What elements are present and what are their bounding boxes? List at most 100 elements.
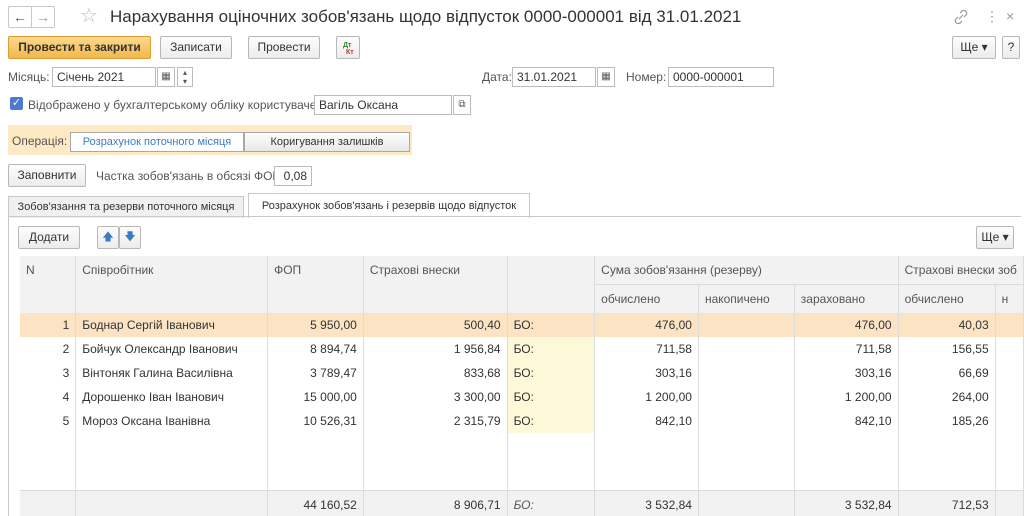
back-arrow-icon[interactable]: ← — [8, 6, 32, 28]
table-row[interactable]: 3 Вінтоняк Галина Василівна 3 789,47 833… — [20, 360, 1024, 385]
link-icon[interactable] — [954, 10, 968, 24]
row-insurance: 2 315,79 — [363, 408, 508, 433]
row-insurance: 500,40 — [363, 312, 508, 337]
row-fop: 10 526,31 — [267, 408, 364, 433]
table-row[interactable]: 1 Боднар Сергій Іванович 5 950,00 500,40… — [20, 312, 1024, 337]
open-icon[interactable]: ⧉ — [453, 95, 471, 115]
operation-adjust-balances[interactable]: Коригування залишків — [244, 132, 410, 152]
table-row[interactable]: 4 Дорошенко Іван Іванович 15 000,00 3 30… — [20, 384, 1024, 409]
col-header-n[interactable]: N — [20, 256, 77, 313]
total-bo: БО: — [507, 490, 596, 516]
col-header-computed[interactable]: обчислено — [594, 283, 699, 313]
user-field[interactable]: Вагіль Оксана — [314, 95, 452, 115]
row-computed: 476,00 — [594, 312, 699, 337]
row-ins-computed: 40,03 — [898, 312, 996, 337]
total-accrued: 3 532,84 — [794, 490, 899, 516]
operation-label: Операція: — [12, 134, 68, 148]
total-insurance: 8 906,71 — [363, 490, 508, 516]
date-field[interactable]: 31.01.2021 — [512, 67, 596, 87]
tab-vacation-calc[interactable]: Розрахунок зобов'язань і резервів щодо в… — [248, 193, 530, 218]
col-header-employee[interactable]: Співробітник — [75, 256, 269, 313]
svg-text:Кт: Кт — [346, 49, 354, 56]
table-more-button[interactable]: Ще ▾ — [976, 226, 1014, 249]
row-computed: 711,58 — [594, 336, 699, 361]
operation-group: Операція: Розрахунок поточного місяця Ко… — [8, 125, 412, 155]
date-label: Дата: — [482, 70, 512, 84]
row-ins-computed: 156,55 — [898, 336, 996, 361]
vacation-obligations-table: N Співробітник ФОП Страхові внески Сума … — [20, 256, 1024, 516]
fill-button[interactable]: Заповнити — [8, 164, 86, 187]
more-vertical-icon[interactable]: ⋮ — [985, 8, 999, 25]
post-button[interactable]: Провести — [248, 36, 320, 59]
row-accumulated — [698, 408, 795, 433]
row-fop: 3 789,47 — [267, 360, 364, 385]
help-button[interactable]: ? — [1002, 36, 1020, 59]
row-n: 3 — [20, 360, 77, 385]
col-header-sum-group: Сума зобов'язання (резерву) — [594, 256, 899, 284]
col-header-ins-next[interactable]: н — [995, 283, 1024, 313]
total-ins-computed: 712,53 — [898, 490, 996, 516]
row-computed: 303,16 — [594, 360, 699, 385]
table-row[interactable]: 5 Мороз Оксана Іванівна 10 526,31 2 315,… — [20, 408, 1024, 433]
col-header-ins-computed[interactable]: обчислено — [898, 283, 996, 313]
row-employee: Дорошенко Іван Іванович — [75, 384, 269, 409]
col-header-accrued[interactable]: зараховано — [794, 283, 899, 313]
move-up-icon[interactable]: 🡅 — [97, 226, 119, 249]
row-ins-computed: 185,26 — [898, 408, 996, 433]
col-header-fop[interactable]: ФОП — [267, 256, 364, 313]
row-fop: 5 950,00 — [267, 312, 364, 337]
more-button[interactable]: Ще ▾ — [952, 36, 996, 59]
col-header-bo — [507, 256, 596, 313]
post-and-close-button[interactable]: Провести та закрити — [8, 36, 151, 59]
row-accumulated — [698, 384, 795, 409]
row-insurance: 3 300,00 — [363, 384, 508, 409]
row-accrued: 476,00 — [794, 312, 899, 337]
row-employee: Боднар Сергій Іванович — [75, 312, 269, 337]
row-accrued: 711,58 — [794, 336, 899, 361]
number-field[interactable]: 0000-000001 — [668, 67, 774, 87]
col-header-insurance[interactable]: Страхові внески — [363, 256, 508, 313]
row-fop: 15 000,00 — [267, 384, 364, 409]
row-insurance: 833,68 — [363, 360, 508, 385]
col-header-accumulated[interactable]: накопичено — [698, 283, 795, 313]
row-computed: 842,10 — [594, 408, 699, 433]
row-n: 2 — [20, 336, 77, 361]
calendar-icon[interactable]: ▦ — [597, 67, 615, 87]
favorite-star-icon[interactable]: ☆ — [80, 4, 98, 28]
month-field[interactable]: Січень 2021 — [52, 67, 156, 87]
table-row[interactable]: 2 Бойчук Олександр Іванович 8 894,74 1 9… — [20, 336, 1024, 361]
row-employee: Вінтоняк Галина Василівна — [75, 360, 269, 385]
dt-kt-journal-icon[interactable]: Дт Кт — [336, 36, 360, 59]
share-field[interactable]: 0,08 — [274, 166, 312, 186]
row-accumulated — [698, 336, 795, 361]
row-accumulated — [698, 312, 795, 337]
row-bo: БО: — [507, 336, 596, 361]
row-ins-computed: 264,00 — [898, 384, 996, 409]
add-button[interactable]: Додати — [18, 226, 80, 249]
row-accrued: 303,16 — [794, 360, 899, 385]
window-title: Нарахування оціночних зобов'язань щодо в… — [110, 7, 742, 26]
row-computed: 1 200,00 — [594, 384, 699, 409]
save-button[interactable]: Записати — [160, 36, 232, 59]
row-insurance: 1 956,84 — [363, 336, 508, 361]
calendar-icon[interactable]: ▦ — [157, 67, 175, 87]
row-n: 5 — [20, 408, 77, 433]
move-down-icon[interactable]: 🡇 — [119, 226, 141, 249]
month-stepper[interactable]: ▴ ▾ — [177, 67, 193, 87]
reflected-label: Відображено у бухгалтерському обліку кор… — [28, 98, 325, 112]
operation-current-month[interactable]: Розрахунок поточного місяця — [70, 132, 244, 152]
row-ins-computed: 66,69 — [898, 360, 996, 385]
number-label: Номер: — [626, 70, 667, 84]
col-header-ins-group: Страхові внески зоб — [898, 256, 1024, 284]
row-accrued: 842,10 — [794, 408, 899, 433]
tab-current-obligations[interactable]: Зобов'язання та резерви поточного місяця — [8, 196, 244, 218]
close-icon[interactable]: × — [1006, 8, 1014, 24]
row-n: 4 — [20, 384, 77, 409]
svg-text:Дт: Дт — [343, 42, 352, 49]
row-employee: Мороз Оксана Іванівна — [75, 408, 269, 433]
row-bo: БО: — [507, 360, 596, 385]
reflected-checkbox[interactable]: ✓ — [10, 97, 23, 110]
total-fop: 44 160,52 — [267, 490, 364, 516]
row-accrued: 1 200,00 — [794, 384, 899, 409]
forward-arrow-icon[interactable]: → — [31, 6, 55, 28]
